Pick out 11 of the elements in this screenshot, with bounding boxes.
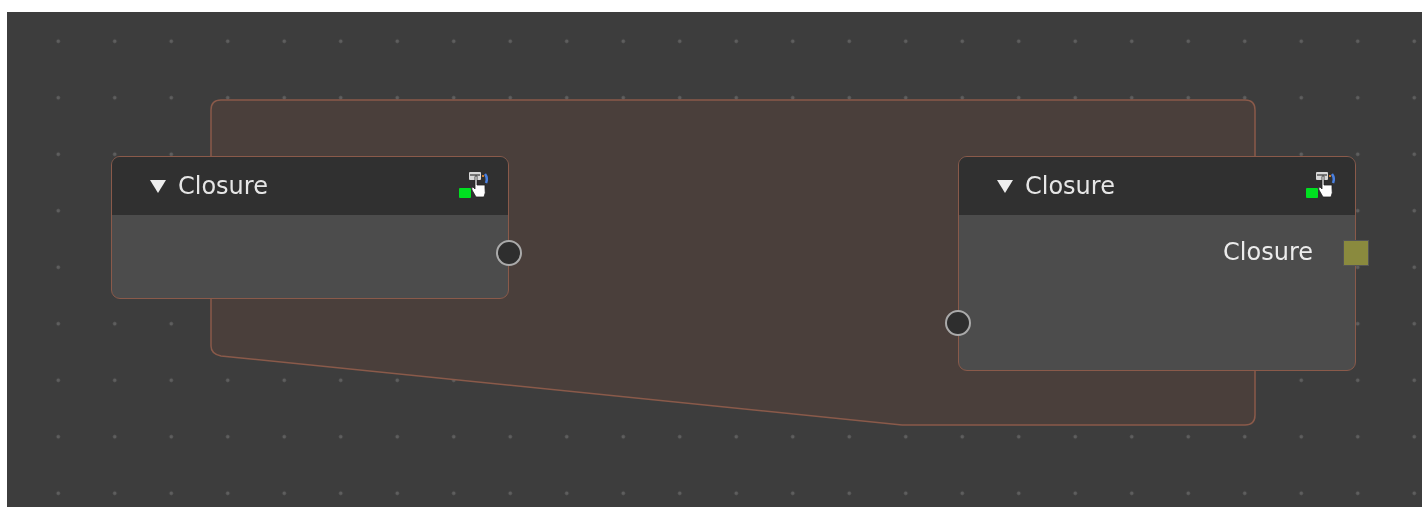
node-link-cursor-icon[interactable] bbox=[1305, 171, 1335, 201]
node-link-cursor-icon[interactable] bbox=[458, 171, 488, 201]
node-header[interactable]: Closure bbox=[959, 157, 1355, 215]
node-panel[interactable]: Closure Closure bbox=[958, 156, 1356, 371]
node-title: Closure bbox=[1025, 172, 1116, 200]
node-panel[interactable]: Closure bbox=[111, 156, 509, 299]
node-header[interactable]: Closure bbox=[112, 157, 508, 215]
node-title: Closure bbox=[178, 172, 269, 200]
collapse-triangle-icon[interactable] bbox=[150, 179, 166, 193]
socket-label: Closure bbox=[1223, 238, 1313, 266]
collapse-triangle-icon[interactable] bbox=[997, 179, 1013, 193]
